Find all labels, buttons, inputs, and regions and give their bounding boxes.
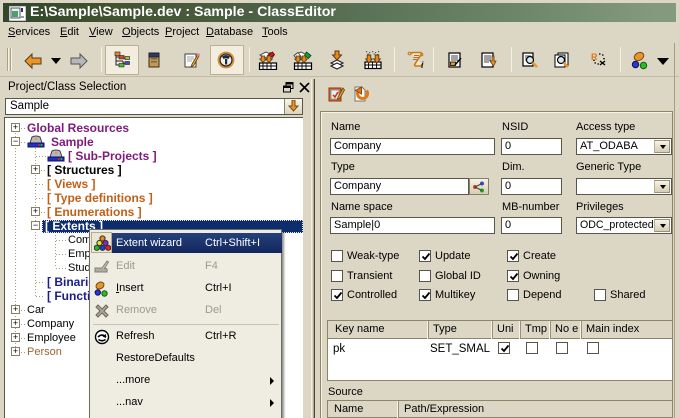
svg-text:i: i [421, 60, 424, 69]
